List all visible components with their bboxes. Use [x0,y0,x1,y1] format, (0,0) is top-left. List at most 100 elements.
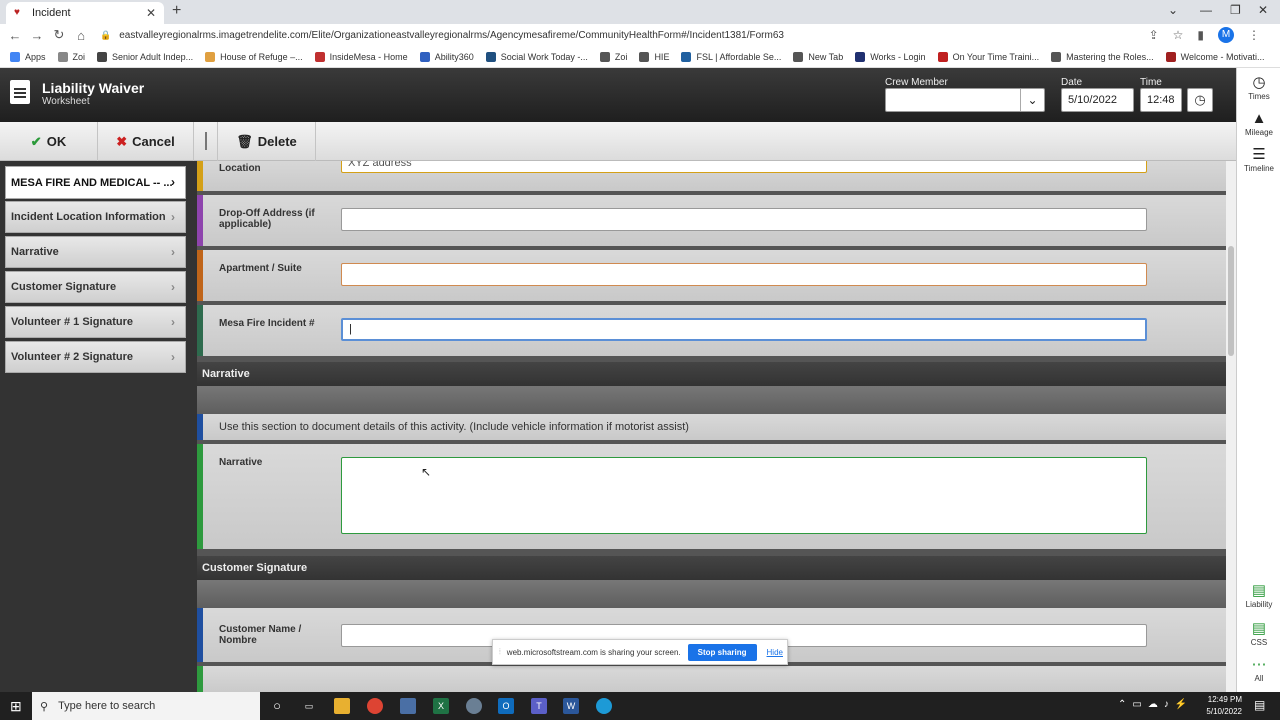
screen-share-banner: ⦙ web.microsoftstream.com is sharing you… [492,639,788,665]
form-title: Liability Waiver [42,80,145,96]
edge-icon[interactable] [596,698,612,714]
app-icon[interactable] [466,698,482,714]
bookmark-item[interactable]: House of Refuge –... [205,51,303,62]
row-color-bar [197,250,203,301]
cancel-button[interactable]: ✖ Cancel [98,122,194,161]
dropoff-address-field[interactable] [341,208,1147,231]
share-icon[interactable]: ⇪ [1149,28,1159,42]
bookmark-item[interactable]: On Your Time Traini... [937,51,1039,62]
nav-item-volunteer-1[interactable]: Volunteer # 1 Signature › [5,306,186,338]
new-tab-icon[interactable]: + [172,2,181,20]
bookmark-star-icon[interactable]: ☆ [1173,28,1184,42]
forward-icon[interactable]: → [26,28,48,43]
bookmark-favicon-icon [639,51,650,62]
app-header: Liability Waiver Worksheet Crew Member D… [0,68,1236,122]
document-icon [10,80,30,104]
bookmark-item[interactable]: Zoi [57,51,86,62]
minimize-icon[interactable]: — [1200,3,1212,17]
scrollbar-thumb[interactable] [1228,246,1234,356]
stop-sharing-button[interactable]: Stop sharing [687,643,757,661]
teams-icon[interactable]: T [531,698,547,714]
lock-icon: 🔒 [100,29,112,40]
chevron-down-icon[interactable]: ⌄ [1020,89,1044,111]
rail-times[interactable]: ◷ Times [1237,74,1280,101]
bookmark-item[interactable]: Ability360 [419,51,474,62]
cortana-icon[interactable]: ○ [269,698,285,714]
bookmark-item[interactable]: Mastering the Roles... [1051,51,1154,62]
delete-button[interactable]: 🗑 Delete [217,122,316,161]
bookmark-item[interactable]: New Tab [793,51,843,62]
bookmark-item[interactable]: Apps [10,51,46,62]
sidebar-icon[interactable]: ▮ [1197,28,1204,42]
url-field[interactable]: 🔒 eastvalleyregionalrms.imagetrendelite.… [100,26,784,44]
customer-signature-section-header: Customer Signature [197,556,1226,580]
section-nav: MESA FIRE AND MEDICAL -- ... › Incident … [0,161,197,692]
narrative-note-row: Use this section to document details of … [197,414,1226,442]
rail-all[interactable]: ⋯ All [1237,656,1280,683]
word-icon[interactable]: W [563,698,579,714]
profile-avatar[interactable]: M [1218,27,1234,43]
hide-banner-link[interactable]: Hide [767,648,783,657]
taskbar-clock[interactable]: 12:49 PM 5/10/2022 [1206,694,1242,718]
bookmark-item[interactable]: InsideMesa - Home [314,51,408,62]
rail-css[interactable]: ▤ CSS [1237,620,1280,647]
reload-icon[interactable]: ↻ [48,27,70,43]
outlook-icon[interactable]: O [498,698,514,714]
home-icon[interactable]: ⌂ [70,28,92,43]
chevron-right-icon: › [171,315,175,329]
task-view-icon[interactable]: ▭ [301,698,317,714]
bookmark-favicon-icon [419,51,430,62]
next-row [197,666,1226,692]
clock-icon[interactable]: ◷ [1187,88,1213,112]
tab-search-icon[interactable]: ⌄ [1168,3,1178,17]
apartment-label: Apartment / Suite [219,263,302,274]
browser-menu-icon[interactable]: ⋮ [1248,28,1260,42]
ok-button[interactable]: ✔ OK [0,122,98,161]
location-row: Location XYZ address [197,161,1226,193]
drag-handle-icon[interactable]: ⦙ [499,647,501,657]
apartment-suite-field[interactable] [341,263,1147,286]
nav-item-mesa-fire[interactable]: MESA FIRE AND MEDICAL -- ... › [5,166,186,199]
bookmark-item[interactable]: Works - Login [855,51,926,62]
rail-liability[interactable]: ▤ Liability [1237,582,1280,609]
notifications-icon[interactable]: ▤ [1254,698,1265,712]
location-field[interactable]: XYZ address [341,161,1147,173]
narrative-label: Narrative [219,457,263,468]
chrome-icon[interactable] [367,698,383,714]
windows-start-icon[interactable]: ⊞ [10,698,22,715]
narrative-textarea[interactable] [341,457,1147,534]
date-field[interactable]: 5/10/2022 [1061,88,1134,112]
nav-item-incident-location[interactable]: Incident Location Information › [5,201,186,233]
bookmark-item[interactable]: Social Work Today -... [485,51,588,62]
back-icon[interactable]: ← [4,28,26,43]
rail-timeline[interactable]: ☰ Timeline [1237,146,1280,173]
bookmark-item[interactable]: Zoi [599,51,627,62]
tab-close-icon[interactable]: ✕ [146,6,156,20]
bookmark-favicon-icon [205,51,216,62]
bookmark-item[interactable]: Senior Adult Indep... [97,51,193,62]
incident-number-field[interactable]: | [341,318,1147,341]
restore-icon[interactable]: ❐ [1230,3,1241,17]
crew-member-select[interactable]: ⌄ [885,88,1045,112]
bookmark-favicon-icon [937,51,948,62]
chevron-right-icon: › [171,210,175,224]
taskbar-search[interactable]: ⚲ Type here to search [32,692,260,720]
bookmark-favicon-icon [681,51,692,62]
system-tray-icons[interactable]: ⌃▭☁♪⚡ [1118,699,1193,710]
nav-item-customer-signature[interactable]: Customer Signature › [5,271,186,303]
nav-item-volunteer-2[interactable]: Volunteer # 2 Signature › [5,341,186,373]
bookmark-item[interactable]: HIE [639,51,669,62]
bookmark-item[interactable]: FSL | Affordable Se... [681,51,781,62]
rail-mileage[interactable]: ▲ Mileage [1237,110,1280,137]
excel-icon[interactable]: X [433,698,449,714]
nav-item-narrative[interactable]: Narrative › [5,236,186,268]
bookmark-item[interactable]: Welcome - Motivati... [1165,51,1265,62]
file-explorer-icon[interactable] [334,698,350,714]
close-icon: ✖ [116,133,128,149]
calculator-icon[interactable] [400,698,416,714]
bookmark-label: Zoi [72,51,86,62]
content-scrollbar[interactable] [1226,161,1236,692]
time-field[interactable]: 12:48 [1140,88,1182,112]
close-window-icon[interactable]: ✕ [1258,3,1268,17]
browser-tab[interactable]: ♥ Incident ✕ [6,2,164,24]
